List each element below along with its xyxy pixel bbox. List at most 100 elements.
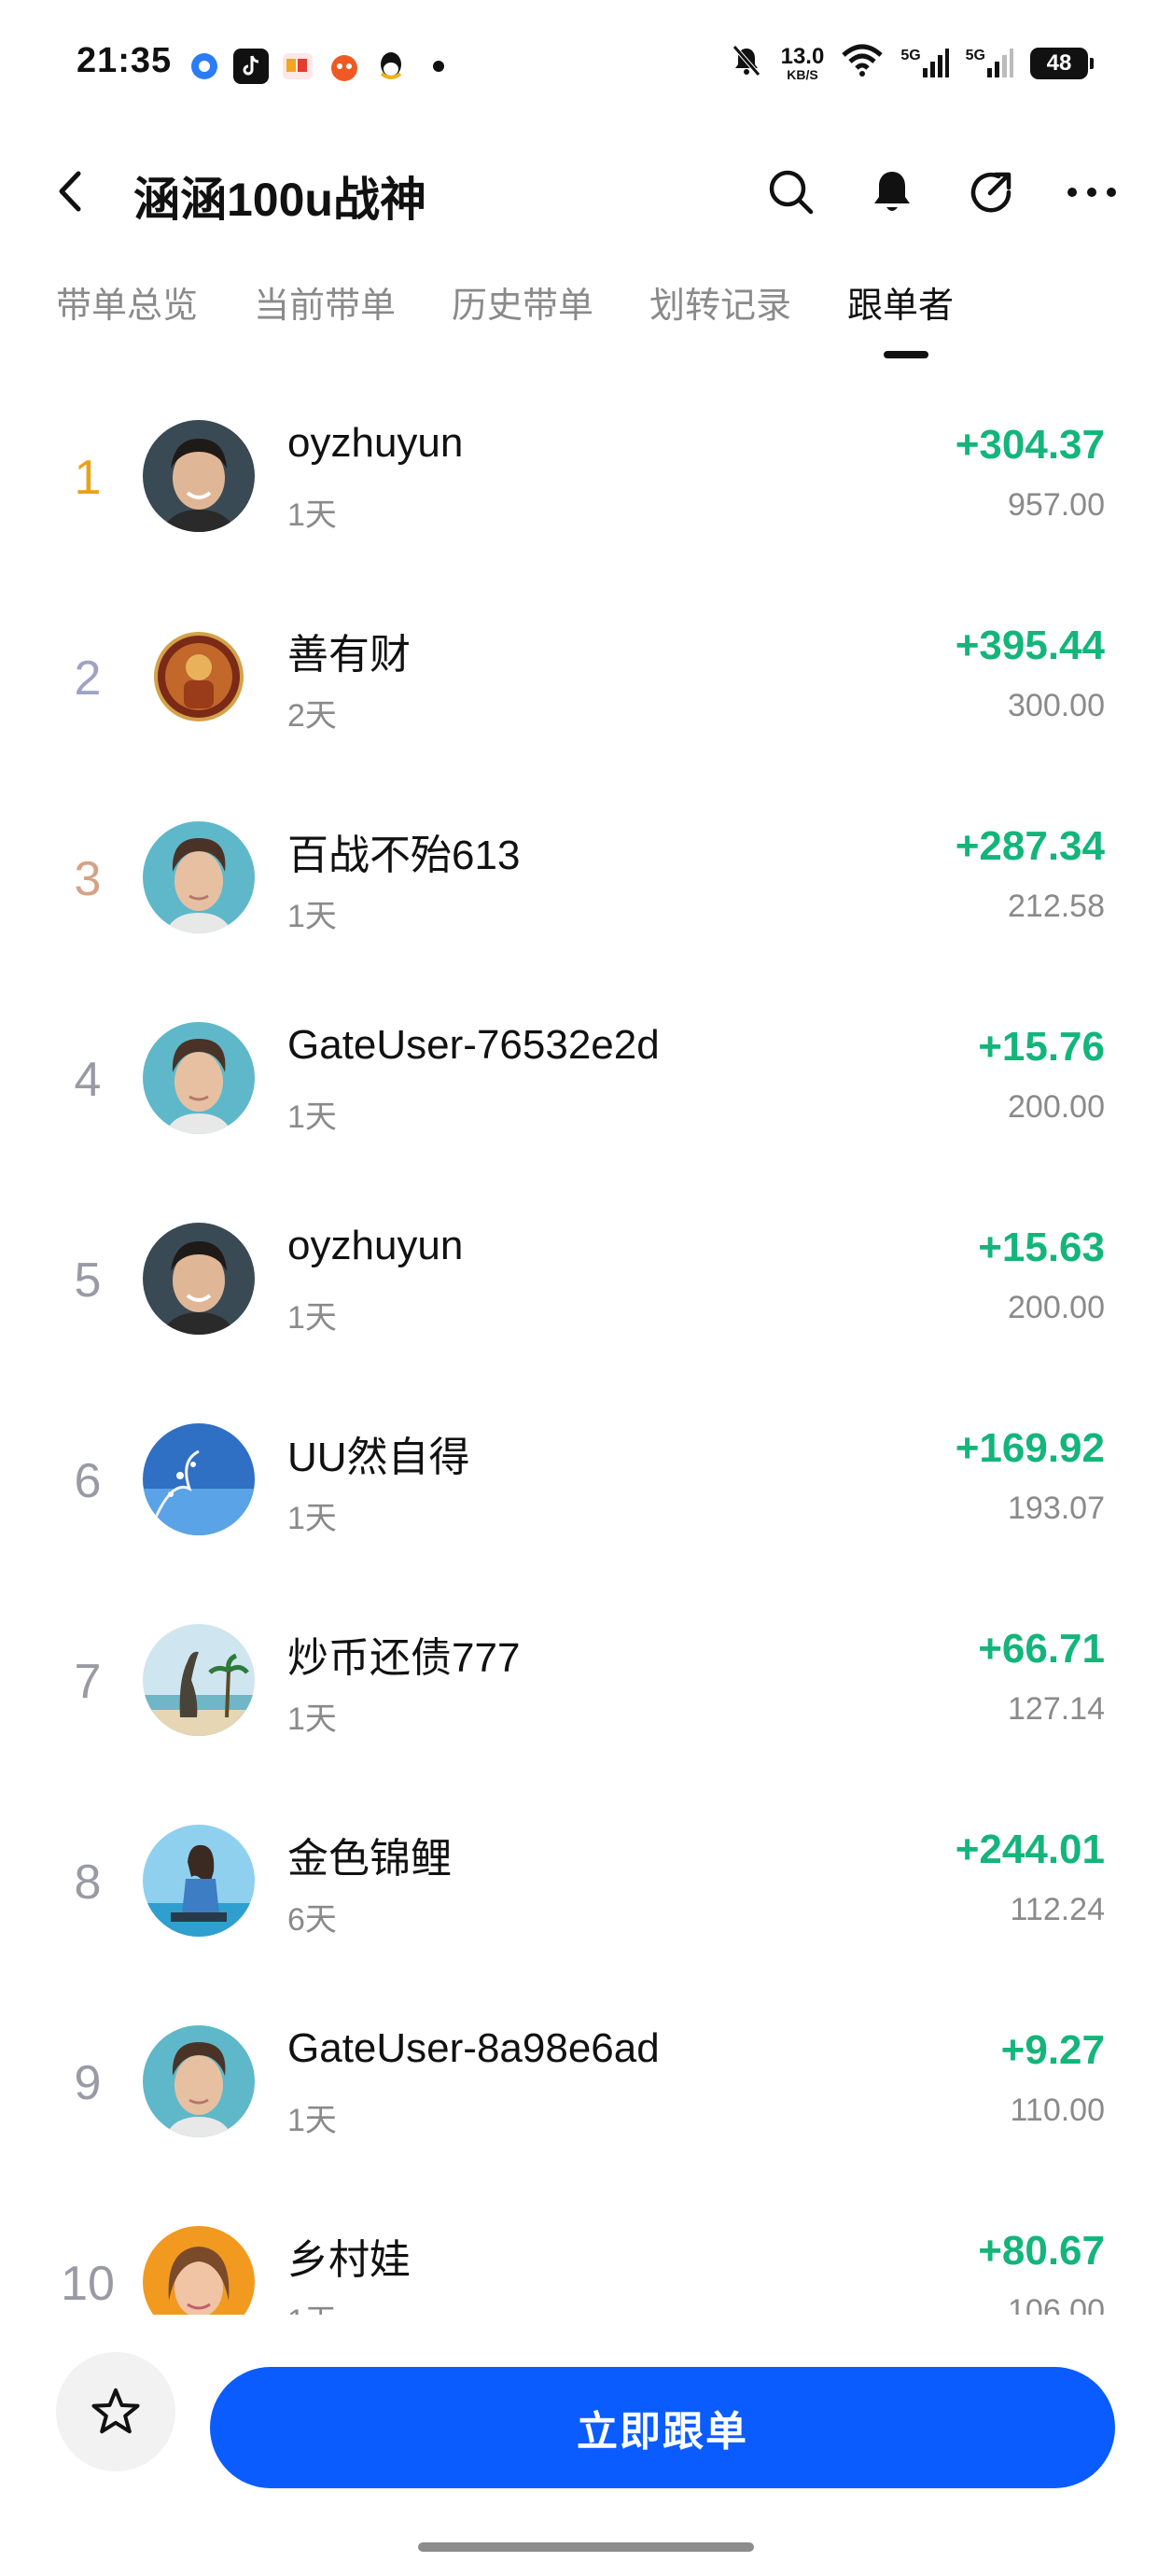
avatar: [143, 621, 255, 733]
tiktok-icon: [233, 49, 269, 84]
rank-number: 2: [74, 651, 102, 706]
follower-name: 百战不殆613: [287, 833, 521, 878]
follow-amount: 110.00: [1010, 2093, 1105, 2128]
avatar: [143, 1022, 255, 1134]
follower-name: oyzhuyun: [287, 420, 464, 466]
follow-duration: 1天: [287, 899, 337, 934]
rank-number: 1: [74, 451, 102, 505]
active-tab-indicator: [884, 351, 928, 358]
follower-profit: +9.27: [1000, 2027, 1105, 2073]
tab-current-orders[interactable]: 当前带单: [254, 276, 396, 328]
follow-amount: 212.58: [1008, 889, 1105, 924]
star-icon: [91, 2388, 140, 2434]
58-app-icon: [280, 49, 315, 84]
notification-button[interactable]: [866, 166, 918, 218]
follower-name: 金色锦鲤: [287, 1836, 452, 1882]
list-item[interactable]: 6 UU然自得 1天 +169.92 193.07: [0, 1395, 1172, 1596]
follower-name: 炒币还债777: [287, 1635, 521, 1681]
follow-duration: 1天: [287, 2295, 337, 2315]
chevron-left-icon: [59, 171, 81, 212]
follower-name: GateUser-8a98e6ad: [287, 2025, 660, 2071]
app-notification-icon: [187, 49, 222, 84]
follow-amount: 957.00: [1008, 487, 1105, 523]
follow-amount: 200.00: [1008, 1089, 1105, 1125]
list-item[interactable]: 8 金色锦鲤 6天 +244.01 112.24: [0, 1797, 1172, 1997]
follower-profit: +66.71: [978, 1626, 1105, 1672]
rank-number: 4: [74, 1053, 102, 1107]
search-icon: [769, 170, 814, 215]
list-item[interactable]: 9 GateUser-8a98e6ad 1天 +9.27 110.00: [0, 1997, 1172, 2198]
follow-duration: 1天: [287, 497, 337, 533]
back-button[interactable]: [47, 168, 93, 215]
favorite-button[interactable]: [56, 2352, 175, 2471]
follow-duration: 1天: [287, 1701, 337, 1737]
avatar: [143, 1624, 255, 1736]
follower-list: 1 oyzhuyun 1天 +304.37 957.00 2 善有财 2天 +3…: [0, 364, 1172, 2315]
page-title: 涵涵100u战神: [133, 174, 426, 226]
list-item[interactable]: 1 oyzhuyun 1天 +304.37 957.00: [0, 392, 1172, 593]
list-item[interactable]: 2 善有财 2天 +395.44 300.00: [0, 593, 1172, 793]
follower-name: GateUser-76532e2d: [287, 1022, 660, 1068]
list-item[interactable]: 4 GateUser-76532e2d 1天 +15.76 200.00: [0, 994, 1172, 1195]
follower-profit: +244.01: [955, 1827, 1105, 1872]
follow-amount: 300.00: [1008, 688, 1105, 723]
follower-name: oyzhuyun: [287, 1223, 464, 1268]
home-indicator[interactable]: [418, 2542, 754, 2552]
follower-profit: +304.37: [955, 422, 1105, 468]
signal-icon-2: 5G: [966, 48, 1013, 79]
status-time: 21:35: [77, 41, 173, 80]
follower-name: 乡村娃: [287, 2237, 411, 2283]
wifi-icon: [841, 44, 884, 82]
list-item[interactable]: 10 乡村娃 1天 +80.67 106.00: [0, 2198, 1172, 2315]
avatar: [143, 821, 255, 933]
follow-now-button[interactable]: 立即跟单: [210, 2367, 1115, 2488]
follower-profit: +287.34: [955, 823, 1105, 869]
follow-amount: 106.00: [1008, 2293, 1105, 2315]
avatar: [143, 1223, 255, 1335]
follower-profit: +15.76: [978, 1024, 1105, 1070]
follow-amount: 127.14: [1008, 1691, 1105, 1727]
follow-duration: 1天: [287, 1501, 337, 1536]
rank-number: 6: [74, 1454, 102, 1508]
follower-profit: +169.92: [955, 1425, 1105, 1471]
share-icon: [970, 172, 1012, 213]
more-button[interactable]: [1066, 166, 1118, 218]
follower-name: 善有财: [287, 632, 411, 678]
top-app-bar: 涵涵100u战神: [0, 140, 1172, 243]
list-item[interactable]: 7 炒币还债777 1天 +66.71 127.14: [0, 1596, 1172, 1797]
rank-number: 5: [74, 1253, 102, 1308]
follow-duration: 2天: [287, 698, 337, 734]
follower-profit: +15.63: [978, 1225, 1105, 1270]
tab-transfer-records[interactable]: 划转记录: [649, 276, 791, 328]
follower-name: UU然自得: [287, 1435, 470, 1480]
signal-icon: 5G: [900, 48, 949, 79]
status-bar: 21:35 13.0 KB/S 5G 5G 48: [0, 0, 1172, 131]
search-button[interactable]: [765, 166, 817, 218]
list-item[interactable]: 3 百战不殆613 1天 +287.34 212.58: [0, 793, 1172, 994]
qq-icon: [373, 49, 409, 84]
rank-number: 7: [74, 1655, 102, 1709]
avatar: [143, 2226, 255, 2315]
follower-profit: +80.67: [978, 2228, 1105, 2274]
app-screen: 21:35 13.0 KB/S 5G 5G 48 涵涵100u战神 带单总览 当…: [0, 0, 1172, 2576]
avatar: [143, 1825, 255, 1937]
battery-icon: 48: [1030, 47, 1094, 79]
status-right: 13.0 KB/S 5G 5G 48: [729, 43, 1094, 83]
tab-bar: 带单总览 当前带单 历史带单 划转记录 跟单者: [0, 276, 1172, 370]
follow-duration: 1天: [287, 1300, 337, 1336]
avatar: [143, 1423, 255, 1535]
follow-duration: 6天: [287, 1902, 337, 1938]
follower-profit: +395.44: [955, 623, 1105, 668]
tab-overview[interactable]: 带单总览: [56, 276, 198, 328]
avatar: [143, 420, 255, 532]
tab-followers[interactable]: 跟单者: [847, 276, 954, 328]
follow-duration: 1天: [287, 2103, 337, 2138]
rank-number: 3: [74, 852, 102, 906]
list-item[interactable]: 5 oyzhuyun 1天 +15.63 200.00: [0, 1195, 1172, 1395]
tab-history-orders[interactable]: 历史带单: [452, 276, 593, 328]
avatar: [143, 2025, 255, 2137]
bell-icon: [874, 172, 910, 211]
rank-number: 10: [61, 2257, 115, 2311]
share-button[interactable]: [965, 166, 1017, 218]
notification-icons: [187, 49, 444, 84]
